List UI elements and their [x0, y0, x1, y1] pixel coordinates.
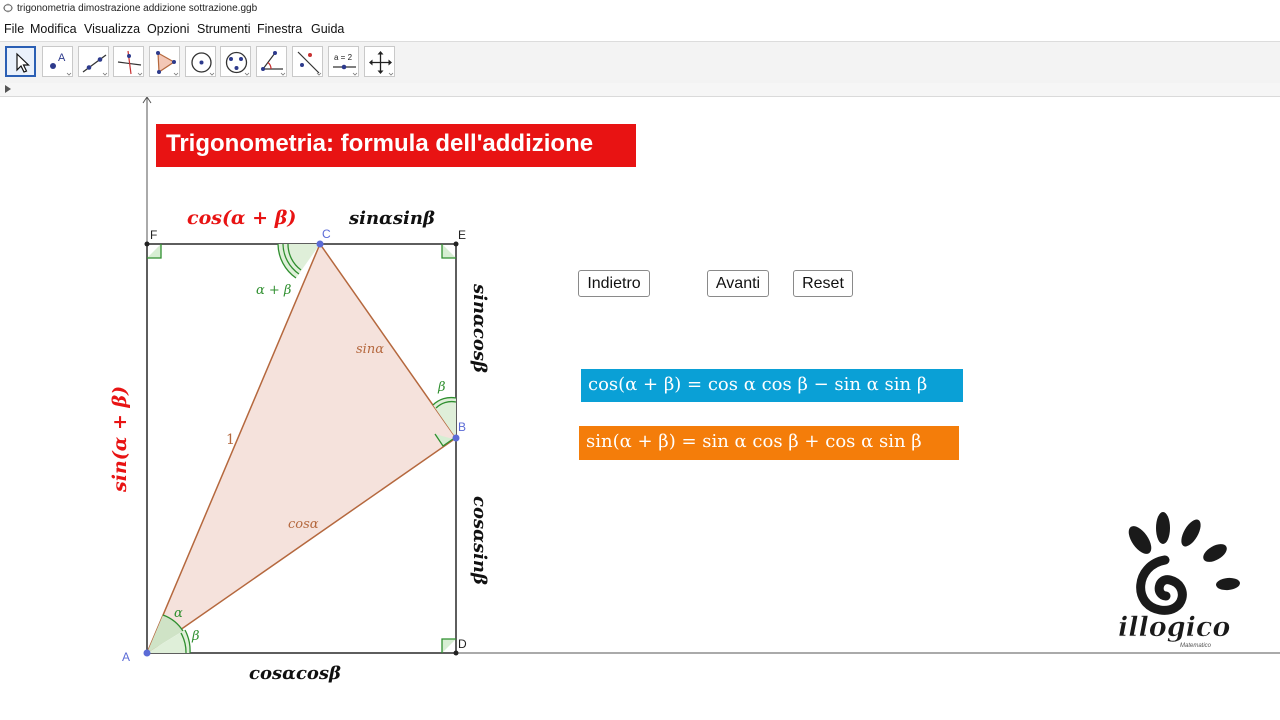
circle-tool-icon: [191, 52, 215, 76]
logo-ray-3: [1181, 519, 1201, 547]
right-angle-marker-E: [441, 244, 456, 259]
logo-subtext: Matematico: [1180, 643, 1212, 649]
cos-sum-formula: cos(α + β) = cos α cos β − sin α sin β: [581, 369, 963, 402]
side-label-AC: 1: [226, 432, 235, 448]
window-title: trigonometria dimostrazione addizione so…: [17, 3, 258, 14]
perpendicular-line-tool-button[interactable]: [113, 46, 144, 77]
point-A[interactable]: [143, 649, 151, 657]
polygon-tool-icon: [156, 51, 179, 76]
point-label-B: B: [458, 420, 466, 434]
ellipse-tool-button[interactable]: [220, 46, 251, 77]
move-view-tool-icon: [369, 51, 394, 76]
move-view-tool-button[interactable]: [364, 46, 395, 77]
reflect-tool-button[interactable]: [292, 46, 323, 77]
logo-ray-4: [1203, 544, 1227, 562]
point-F[interactable]: [144, 241, 150, 247]
logo-text: illogico: [1118, 612, 1230, 643]
slider-tool-button[interactable]: a = 2: [328, 46, 359, 77]
back-button[interactable]: Indietro: [578, 270, 650, 297]
illogico-logo: illogico Matematico: [1118, 512, 1240, 649]
point-tool-button[interactable]: A: [42, 46, 73, 77]
label-right-lower: cosαsinβ: [469, 496, 490, 585]
next-button[interactable]: Avanti: [707, 270, 769, 297]
label-bottom: cosαcosβ: [249, 663, 341, 684]
style-bar-toggle-icon[interactable]: [5, 85, 11, 93]
side-label-AB: cosα: [288, 517, 319, 532]
label-top-right: sinαsinβ: [348, 208, 435, 229]
point-label-F: F: [150, 228, 157, 242]
right-angle-marker-F: [147, 244, 162, 259]
right-angle-marker-D: [441, 638, 456, 653]
line-tool-button[interactable]: [78, 46, 109, 77]
menu-guida[interactable]: Guida: [311, 22, 344, 36]
point-D[interactable]: [453, 650, 459, 656]
angle-label-A-beta: β: [191, 629, 200, 644]
logo-ray-5: [1216, 577, 1240, 591]
menu-strumenti[interactable]: Strumenti: [197, 22, 251, 36]
geogebra-app-icon: [3, 3, 13, 13]
menu-file[interactable]: File: [4, 22, 24, 36]
style-bar: [0, 83, 1280, 97]
reset-button[interactable]: Reset: [793, 270, 853, 297]
window-title-bar: trigonometria dimostrazione addizione so…: [0, 0, 1280, 18]
page-title: Trigonometria: formula dell'addizione: [156, 124, 636, 167]
angle-label-C: α + β: [256, 283, 291, 298]
ellipse-tool-icon: [225, 51, 250, 76]
label-left: sin(α + β): [109, 386, 131, 493]
logo-spiral-icon: [1136, 555, 1187, 615]
angle-tool-button[interactable]: [256, 46, 287, 77]
menu-opzioni[interactable]: Opzioni: [147, 22, 189, 36]
point-label-C: C: [322, 227, 331, 241]
polygon-tool-button[interactable]: [149, 46, 180, 77]
move-tool-button[interactable]: [5, 46, 36, 77]
angle-tool-icon: [261, 51, 286, 76]
triangle-ACB[interactable]: [145, 242, 458, 656]
svg-text:A: A: [58, 52, 66, 64]
menu-modifica[interactable]: Modifica: [30, 22, 77, 36]
point-C[interactable]: [316, 240, 324, 248]
point-label-D: D: [458, 637, 467, 651]
move-tool-icon: [16, 52, 30, 73]
perpendicular-line-tool-icon: [117, 50, 143, 76]
point-B[interactable]: [452, 434, 460, 442]
point-label-E: E: [458, 228, 466, 242]
line-tool-icon: [82, 54, 108, 76]
slider-tool-icon: a = 2: [333, 53, 358, 76]
menu-finestra[interactable]: Finestra: [257, 22, 302, 36]
label-right-upper: sinαcosβ: [469, 283, 490, 373]
logo-ray-1: [1128, 526, 1152, 554]
graphics-view[interactable]: A C B F E D 1 sinα cosα α + β β α β cos(…: [0, 97, 1280, 720]
angle-label-B: β: [437, 380, 446, 395]
side-label-CB: sinα: [356, 342, 384, 357]
menu-bar: File Modifica Visualizza Opzioni Strumen…: [0, 19, 1280, 40]
logo-ray-2: [1156, 512, 1170, 544]
point-E[interactable]: [453, 241, 459, 247]
menu-visualizza[interactable]: Visualizza: [84, 22, 140, 36]
sin-sum-formula: sin(α + β) = sin α cos β + cos α sin β: [579, 426, 959, 460]
point-label-A: A: [122, 650, 130, 664]
label-top-left: cos(α + β): [187, 207, 296, 229]
slider-tool-label: a = 2: [334, 53, 353, 62]
reflect-tool-icon: [297, 51, 322, 76]
circle-tool-button[interactable]: [185, 46, 216, 77]
angle-label-A-alpha: α: [174, 606, 183, 621]
point-tool-icon: A: [50, 52, 72, 76]
toolbar: A a = 2: [0, 41, 1280, 84]
